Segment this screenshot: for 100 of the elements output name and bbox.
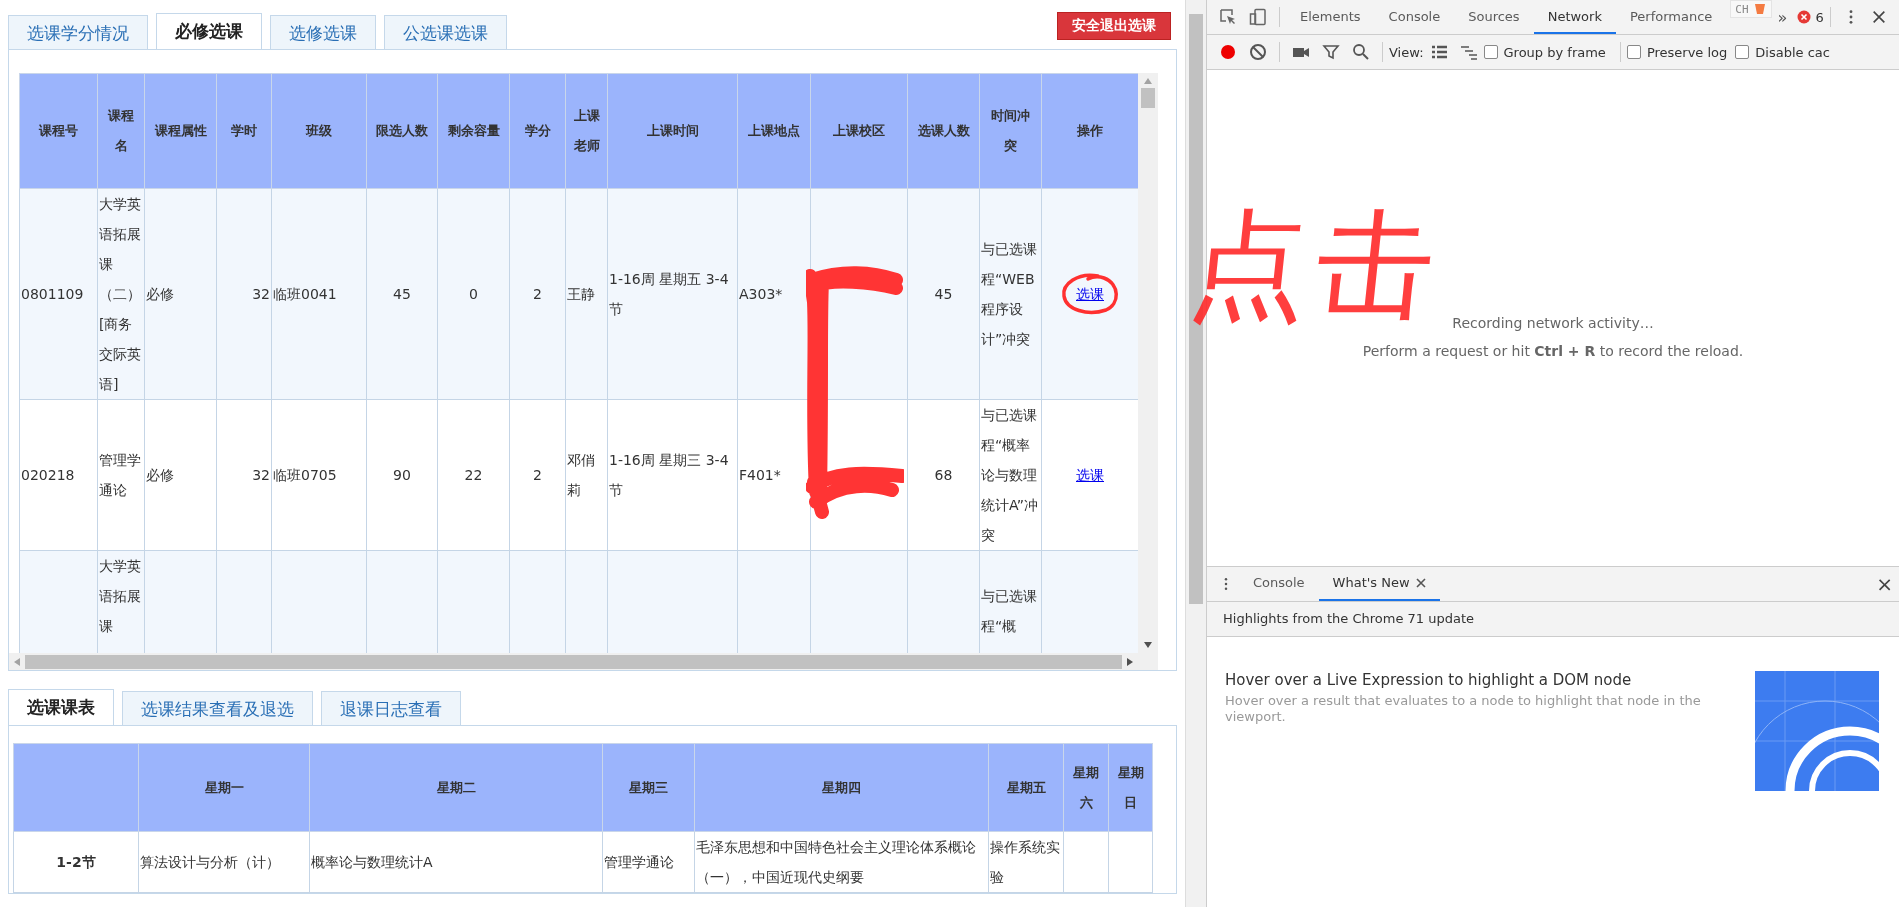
column-header: 上课校区 <box>810 73 908 189</box>
column-header: 剩余容量 <box>437 73 510 189</box>
column-header: 班级 <box>271 73 367 189</box>
column-header: 上课地点 <box>737 73 811 189</box>
filter-icon[interactable] <box>1322 43 1340 61</box>
error-count[interactable]: 6 <box>1797 9 1824 25</box>
select-link[interactable]: 选课 <box>1076 286 1104 302</box>
table-cell: 王静 <box>565 188 608 400</box>
checkbox[interactable]: Group by frame <box>1483 44 1606 60</box>
table-cell: 临班0705 <box>271 399 367 551</box>
column-header: 星期二 <box>309 743 603 832</box>
table-cell: 32 <box>216 188 272 400</box>
device-icon[interactable] <box>1249 8 1267 26</box>
page-tab[interactable]: 必修选课 <box>156 13 262 50</box>
devtools-tab[interactable]: Performance <box>1615 0 1727 34</box>
table-cell: 45 <box>366 188 438 400</box>
table-cell: 0801109 <box>19 188 98 400</box>
column-header: 课程属性 <box>144 73 217 189</box>
drawer-tab[interactable]: Console <box>1239 566 1319 601</box>
column-header: 星期日 <box>1108 743 1153 832</box>
table-cell: 2 <box>509 399 566 551</box>
column-header: 星期五 <box>988 743 1064 832</box>
record-button[interactable] <box>1219 43 1237 61</box>
close-icon[interactable] <box>1870 9 1887 25</box>
close-icon[interactable] <box>1415 577 1426 588</box>
table-cell: 与已选课程“WEB程序设计”冲突 <box>979 188 1042 400</box>
column-header: 时间冲突 <box>979 73 1042 189</box>
table-cell: 22 <box>437 399 510 551</box>
ime-indicator[interactable]: CH <box>1730 0 1772 18</box>
scrollbar-thumb[interactable] <box>25 654 1122 669</box>
table-cell: 操作系统实验 <box>988 831 1064 893</box>
exit-button[interactable]: 安全退出选课 <box>1057 12 1171 40</box>
table-cell: 45 <box>907 188 980 400</box>
close-button[interactable]: × <box>1876 571 1893 596</box>
table-cell: 临班0041 <box>271 188 367 400</box>
table-cell: 2 <box>509 188 566 400</box>
table-cell: 32 <box>216 399 272 551</box>
scrollbar-thumb[interactable] <box>1141 88 1155 108</box>
column-header: 学时 <box>216 73 272 189</box>
scrollbar[interactable] <box>9 653 1158 670</box>
table-cell: 大学英语拓展课 <box>97 550 145 653</box>
table-cell: 与已选课程“概 <box>979 550 1042 653</box>
column-header: 上课老师 <box>565 73 608 189</box>
page-tab[interactable]: 选课学分情况 <box>8 15 148 50</box>
table-cell: 算法设计与分析（计） <box>138 831 310 893</box>
table-cell: 1-16周 星期三 3-4节 <box>607 399 738 551</box>
clear-icon[interactable] <box>1249 43 1267 61</box>
table-cell: 毛泽东思想和中国特色社会主义理论体系概论（一），中国近现代史纲要 <box>694 831 989 893</box>
table-cell: 020218 <box>19 399 98 551</box>
column-header: 课程名 <box>97 73 145 189</box>
waterfall-icon[interactable] <box>1459 43 1478 61</box>
devtools-tab[interactable]: Sources <box>1454 0 1534 34</box>
table-cell: 90 <box>366 399 438 551</box>
period-cell: 1-2节 <box>13 831 139 893</box>
scroll-down-icon[interactable] <box>1143 641 1153 649</box>
table-cell: 必修 <box>144 399 217 551</box>
feature-title: Hover over a Live Expression to highlight a DOM node <box>1225 670 1633 689</box>
column-header: 星期一 <box>138 743 310 832</box>
checkbox[interactable]: Disable cac <box>1735 44 1830 60</box>
scrollbar[interactable] <box>1138 73 1158 653</box>
column-header: 选课人数 <box>907 73 980 189</box>
table-cell: 0 <box>437 188 510 400</box>
status-message: Recording network activity… <box>1452 315 1654 331</box>
table-cell: 大学英语拓展课（二）[商务交际英语] <box>97 188 145 400</box>
devtools-tab[interactable]: Console <box>1374 0 1455 34</box>
feature-description: Hover over a result that evaluates to a node to highlight that node in the viewport. <box>1225 692 1702 725</box>
column-header: 星期六 <box>1063 743 1109 832</box>
column-header: 上课时间 <box>607 73 738 189</box>
checkbox[interactable]: Preserve log <box>1626 44 1728 60</box>
schedule-tab[interactable]: 选课结果查看及退选 <box>122 691 313 726</box>
table-cell: 管理学通论 <box>97 399 145 551</box>
drawer-tab[interactable]: What's New <box>1318 566 1440 601</box>
column-header: 星期三 <box>602 743 695 832</box>
column-header: 星期四 <box>694 743 989 832</box>
schedule-tab[interactable]: 退课日志查看 <box>321 691 461 726</box>
table-cell: 概率论与数理统计A <box>309 831 603 893</box>
table-cell: A303* <box>737 188 811 400</box>
view-label: View: <box>1389 44 1424 60</box>
handwritten-note: 点击 <box>1182 195 1450 336</box>
table-cell: 1-16周 星期五 3-4节 <box>607 188 738 400</box>
select-link[interactable]: 选课 <box>1076 467 1104 483</box>
devtools-tab[interactable]: Elements <box>1286 0 1375 34</box>
status-message: Perform a request or hit Ctrl + R to record the reload. <box>1362 343 1744 359</box>
table-cell: 必修 <box>144 188 217 400</box>
column-header: 学分 <box>509 73 566 189</box>
inspect-icon[interactable] <box>1219 8 1237 26</box>
column-header: 课程号 <box>19 73 98 189</box>
column-header: 操作 <box>1041 73 1138 189</box>
list-view-icon[interactable] <box>1429 43 1448 61</box>
page-tab[interactable]: 公选课选课 <box>384 15 507 50</box>
table-cell: 与已选课程“概率论与数理统计A”冲突 <box>979 399 1042 551</box>
more-tabs-button[interactable]: » <box>1777 7 1788 27</box>
page-tab[interactable]: 选修选课 <box>270 15 376 50</box>
table-cell: 68 <box>907 399 980 551</box>
update-headline: Highlights from the Chrome 71 update <box>1223 611 1475 626</box>
table-cell: 管理学通论 <box>602 831 695 893</box>
scroll-right-icon[interactable] <box>1126 656 1134 667</box>
schedule-tab[interactable]: 选课课表 <box>8 689 114 726</box>
search-icon[interactable] <box>1352 43 1370 61</box>
table-cell: 邓俏莉 <box>565 399 608 551</box>
